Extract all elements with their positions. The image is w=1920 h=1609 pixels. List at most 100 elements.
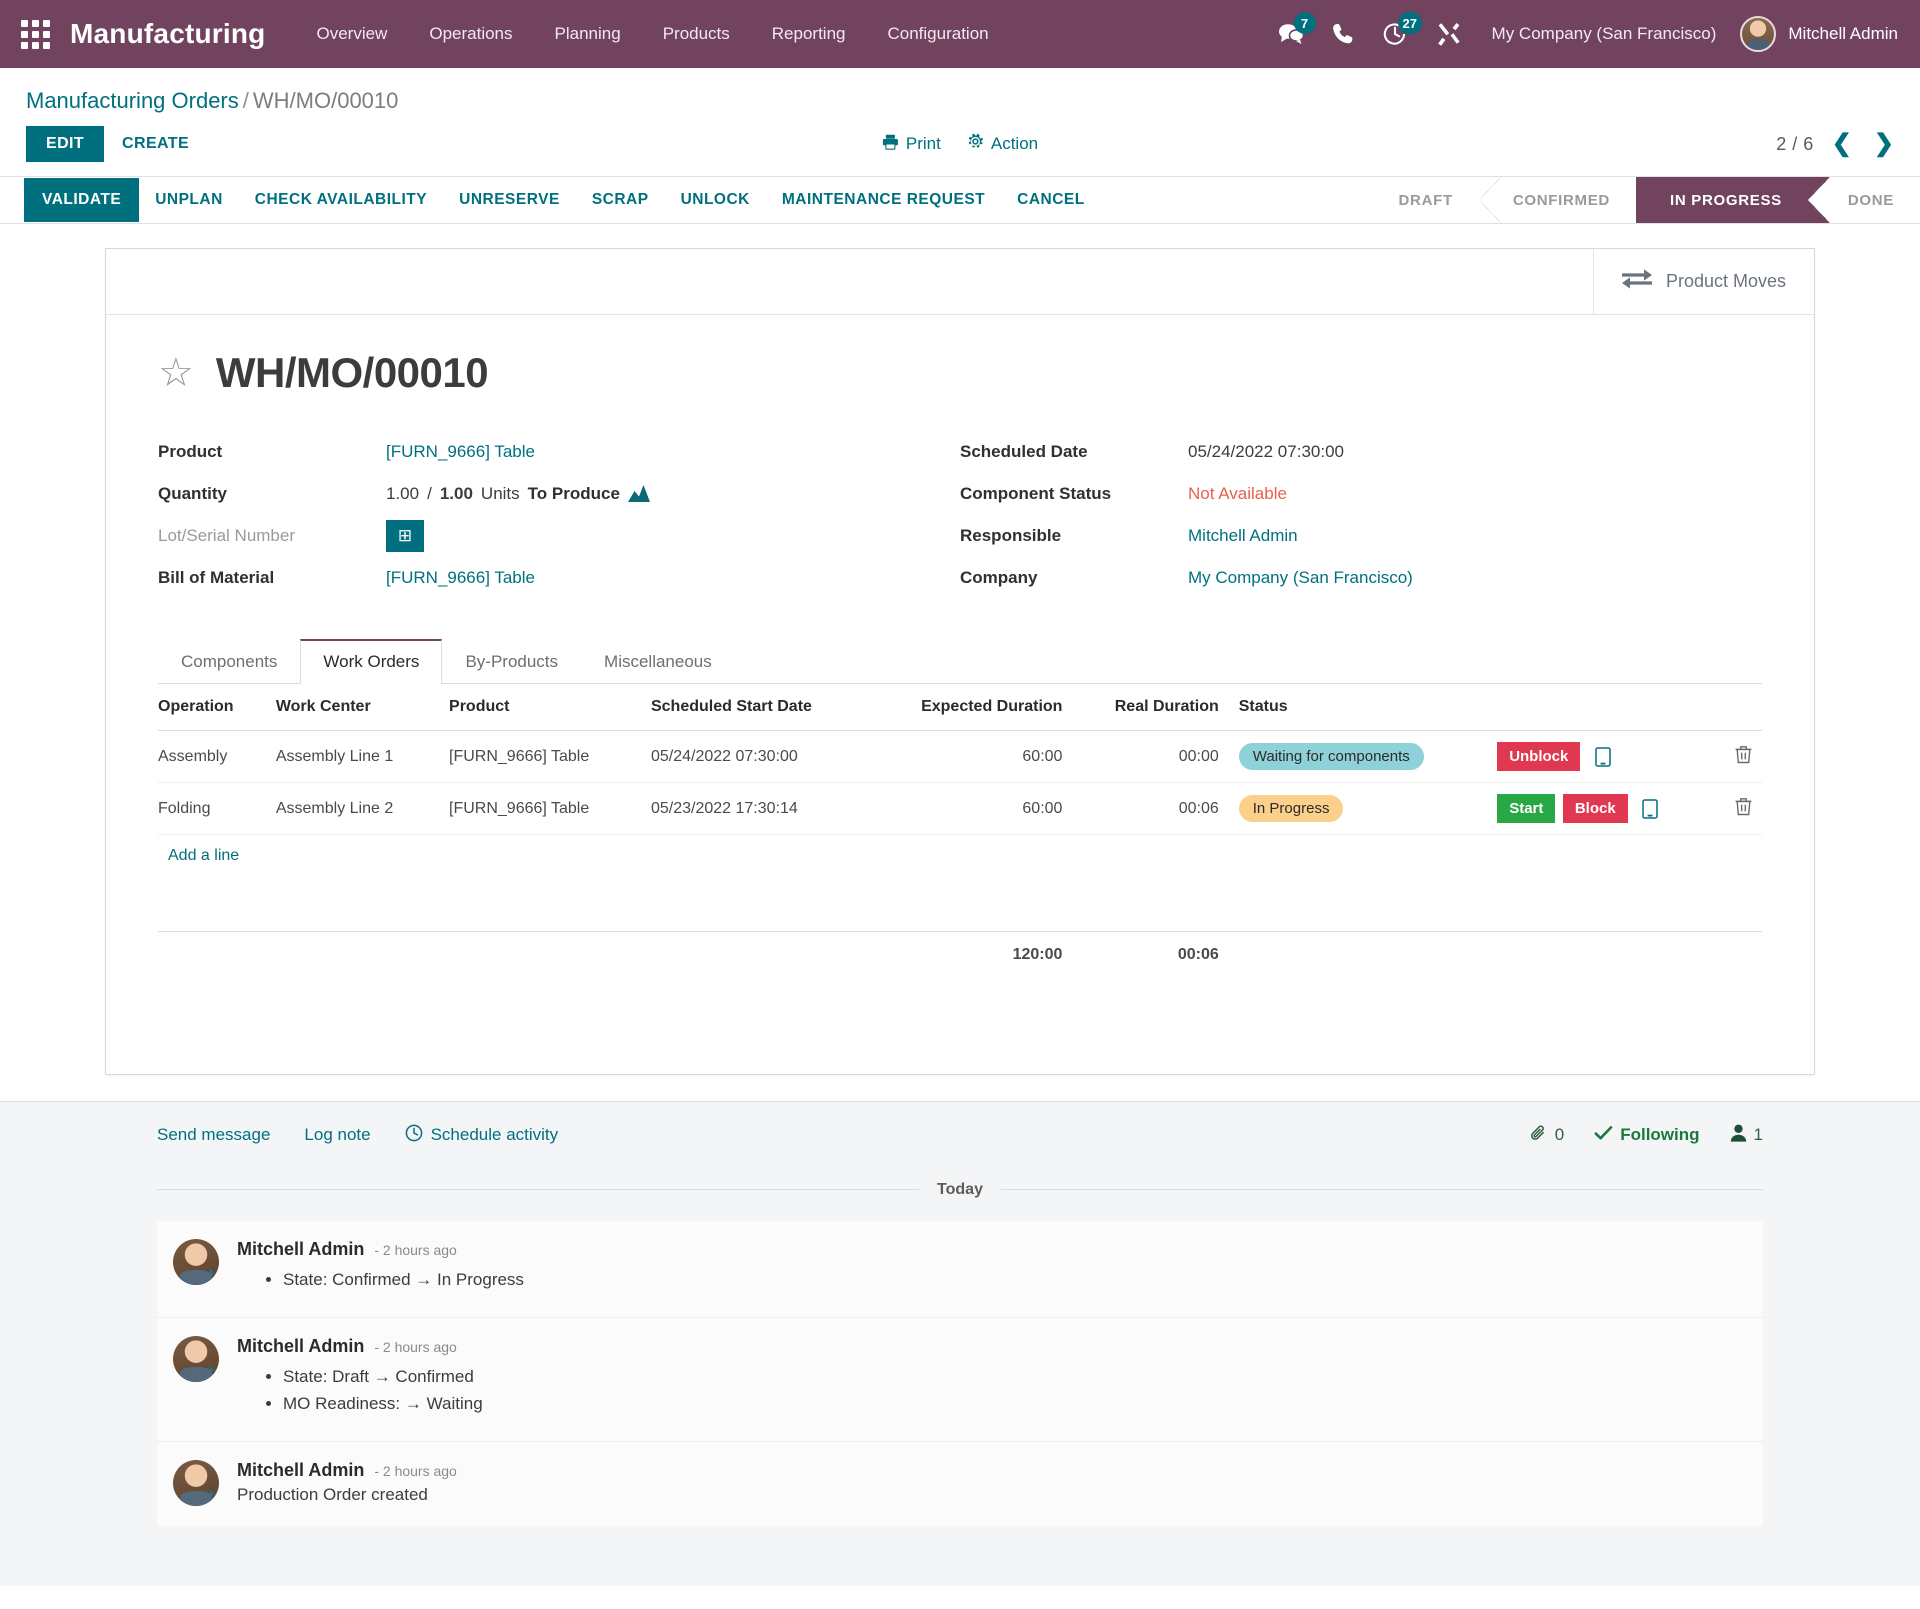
column-operation: Operation — [158, 684, 266, 731]
pager: 2 / 6 ❮ ❯ — [1776, 132, 1894, 156]
message-body: Mitchell Admin - 2 hours ago State: Conf… — [237, 1239, 1747, 1297]
log-note-button[interactable]: Log note — [304, 1125, 370, 1145]
field-responsible-label: Responsible — [960, 526, 1062, 545]
scrap-button[interactable]: SCRAP — [576, 178, 665, 222]
menu-item-configuration[interactable]: Configuration — [867, 0, 1010, 68]
sheet-wrapper: Product Moves ☆ WH/MO/00010 Product [FUR… — [0, 224, 1920, 1075]
stage-draft[interactable]: DRAFT — [1372, 177, 1479, 223]
cell-operation[interactable]: Assembly — [158, 730, 266, 783]
odoo-manufacturing-form-page: Manufacturing Overview Operations Planni… — [0, 0, 1920, 1609]
menu-item-reporting[interactable]: Reporting — [751, 0, 867, 68]
app-brand-title[interactable]: Manufacturing — [70, 18, 265, 50]
message-header: Mitchell Admin - 2 hours ago — [237, 1336, 1747, 1357]
messages-icon[interactable]: 7 — [1264, 0, 1318, 68]
field-product-value[interactable]: [FURN_9666] Table — [386, 442, 535, 462]
message-tracking-list: State: Draft → Confirmed MO Readiness: →… — [237, 1367, 1747, 1414]
quantity-done-value[interactable]: 1.00 — [386, 484, 419, 504]
stage-in-progress[interactable]: IN PROGRESS — [1635, 177, 1830, 223]
debug-tools-icon[interactable] — [1422, 0, 1476, 68]
product-moves-stat-button[interactable]: Product Moves — [1592, 249, 1814, 314]
message-timestamp: - 2 hours ago — [374, 1241, 457, 1258]
cell-real-duration[interactable]: 00:00 — [1072, 730, 1229, 783]
date-separator-label: Today — [937, 1180, 983, 1198]
field-company: Company My Company (San Francisco) — [960, 557, 1762, 599]
attachment-count-value: 0 — [1554, 1125, 1565, 1144]
field-bom-value[interactable]: [FURN_9666] Table — [386, 568, 535, 588]
create-button[interactable]: CREATE — [104, 126, 207, 162]
tab-work-orders[interactable]: Work Orders — [300, 639, 443, 684]
chatter: Send message Log note Schedule activity — [105, 1102, 1815, 1526]
unlock-button[interactable]: UNLOCK — [665, 178, 766, 222]
favorite-star-icon[interactable]: ☆ — [158, 353, 194, 393]
pager-next-button[interactable]: ❯ — [1874, 132, 1894, 156]
company-switcher[interactable]: My Company (San Francisco) — [1476, 24, 1733, 44]
user-menu[interactable]: Mitchell Admin — [1732, 16, 1898, 52]
attachment-count[interactable]: 0 — [1530, 1124, 1564, 1147]
menu-item-operations[interactable]: Operations — [408, 0, 533, 68]
cell-product[interactable]: [FURN_9666] Table — [439, 730, 641, 783]
cell-delete — [1715, 730, 1762, 783]
activities-clock-icon[interactable]: 27 — [1368, 0, 1423, 68]
cancel-button[interactable]: CANCEL — [1001, 178, 1101, 222]
table-row[interactable]: Folding Assembly Line 2 [FURN_9666] Tabl… — [158, 782, 1762, 835]
unreserve-button[interactable]: UNRESERVE — [443, 178, 576, 222]
menu-item-products[interactable]: Products — [642, 0, 751, 68]
cell-real-duration[interactable]: 00:06 — [1072, 782, 1229, 835]
edit-button[interactable]: EDIT — [26, 126, 105, 162]
add-line-row[interactable]: Add a line — [158, 835, 1762, 878]
tablet-view-icon[interactable] — [1642, 799, 1658, 819]
delete-row-icon[interactable] — [1735, 745, 1752, 764]
apps-grid-icon[interactable] — [14, 13, 56, 55]
breadcrumb-parent-link[interactable]: Manufacturing Orders — [26, 88, 239, 113]
table-row[interactable]: Assembly Assembly Line 1 [FURN_9666] Tab… — [158, 730, 1762, 783]
tab-miscellaneous[interactable]: Miscellaneous — [581, 639, 735, 684]
validate-button[interactable]: VALIDATE — [24, 178, 140, 222]
cell-expected-duration[interactable]: 60:00 — [869, 730, 1073, 783]
check-availability-button[interactable]: CHECK AVAILABILITY — [239, 178, 443, 222]
exchange-arrows-icon — [1621, 268, 1652, 295]
unblock-button[interactable]: Unblock — [1497, 742, 1581, 771]
quantity-uom-label: Units — [480, 484, 520, 503]
menu-item-planning[interactable]: Planning — [534, 0, 642, 68]
start-button[interactable]: Start — [1497, 794, 1556, 823]
menu-item-overview[interactable]: Overview — [295, 0, 408, 68]
action-menu-button[interactable]: Action — [967, 133, 1038, 155]
table-spacer-row — [158, 877, 1762, 931]
unplan-button[interactable]: UNPLAN — [139, 178, 239, 222]
date-separator: Today — [157, 1181, 1763, 1199]
forecast-chart-icon[interactable] — [627, 485, 650, 503]
block-button[interactable]: Block — [1562, 794, 1628, 823]
phone-icon[interactable] — [1318, 0, 1368, 68]
send-message-button[interactable]: Send message — [157, 1125, 270, 1145]
tablet-view-icon[interactable] — [1595, 747, 1611, 767]
cell-operation[interactable]: Folding — [158, 782, 266, 835]
cell-scheduled-start[interactable]: 05/23/2022 17:30:14 — [640, 782, 870, 835]
tab-components[interactable]: Components — [158, 639, 300, 684]
cell-expected-duration[interactable]: 60:00 — [869, 782, 1073, 835]
add-lot-serial-button[interactable]: ⊞ — [386, 520, 424, 552]
column-expected-duration: Expected Duration — [869, 684, 1073, 731]
field-company-value[interactable]: My Company (San Francisco) — [1188, 568, 1413, 588]
pager-previous-button[interactable]: ❮ — [1832, 132, 1852, 156]
add-a-line-link[interactable]: Add a line — [168, 847, 239, 864]
user-icon — [1730, 1124, 1747, 1147]
followers-count[interactable]: 1 — [1730, 1124, 1763, 1147]
schedule-activity-button[interactable]: Schedule activity — [405, 1124, 559, 1147]
following-toggle[interactable]: Following — [1594, 1125, 1700, 1146]
tab-by-products[interactable]: By-Products — [442, 639, 581, 684]
stage-confirmed[interactable]: CONFIRMED — [1478, 177, 1636, 223]
schedule-activity-label: Schedule activity — [430, 1125, 559, 1144]
cell-work-center[interactable]: Assembly Line 1 — [265, 730, 440, 783]
cell-work-center[interactable]: Assembly Line 2 — [265, 782, 440, 835]
cell-product[interactable]: [FURN_9666] Table — [439, 782, 641, 835]
maintenance-request-button[interactable]: MAINTENANCE REQUEST — [766, 178, 1001, 222]
notebook-bottom-spacer — [158, 978, 1762, 1034]
print-menu-button[interactable]: Print — [882, 133, 941, 155]
paperclip-icon — [1530, 1124, 1548, 1147]
status-pipeline: DRAFT CONFIRMED IN PROGRESS DONE — [1372, 177, 1920, 223]
delete-row-icon[interactable] — [1735, 797, 1752, 816]
quantity-total-value[interactable]: 1.00 — [440, 484, 473, 504]
field-scheduled-date-value[interactable]: 05/24/2022 07:30:00 — [1188, 442, 1344, 462]
cell-scheduled-start[interactable]: 05/24/2022 07:30:00 — [640, 730, 870, 783]
field-responsible-value[interactable]: Mitchell Admin — [1188, 526, 1298, 546]
